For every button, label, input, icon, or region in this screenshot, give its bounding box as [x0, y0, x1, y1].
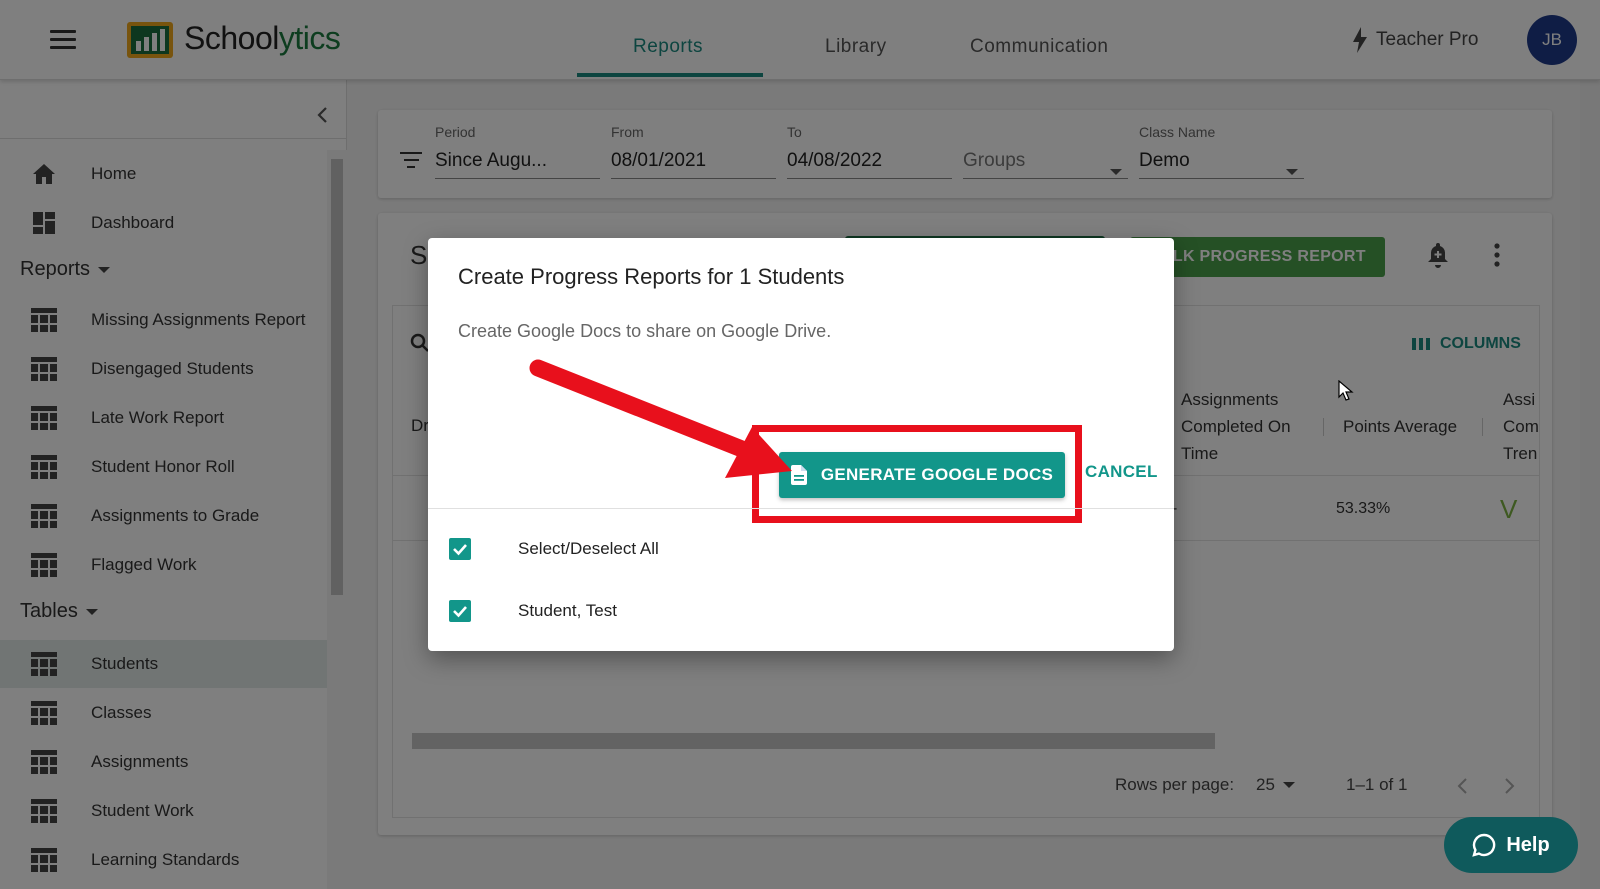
select-all-checkbox[interactable]: [449, 538, 471, 560]
student-label: Student, Test: [518, 601, 617, 620]
help-label: Help: [1506, 833, 1550, 856]
cancel-button[interactable]: CANCEL: [1085, 462, 1158, 482]
progress-report-dialog: Create Progress Reports for 1 Students C…: [428, 238, 1174, 651]
select-all-label: Select/Deselect All: [518, 539, 659, 558]
dialog-title: Create Progress Reports for 1 Students: [458, 264, 845, 289]
dialog-divider: [428, 508, 1174, 509]
dialog-subtitle: Create Google Docs to share on Google Dr…: [458, 321, 832, 341]
mouse-cursor-icon: [1338, 380, 1354, 401]
chat-bubble-icon: [1472, 833, 1496, 857]
check-icon: [453, 606, 467, 618]
check-icon: [453, 544, 467, 556]
student-checkbox[interactable]: [449, 600, 471, 622]
help-button[interactable]: Help: [1444, 817, 1578, 873]
